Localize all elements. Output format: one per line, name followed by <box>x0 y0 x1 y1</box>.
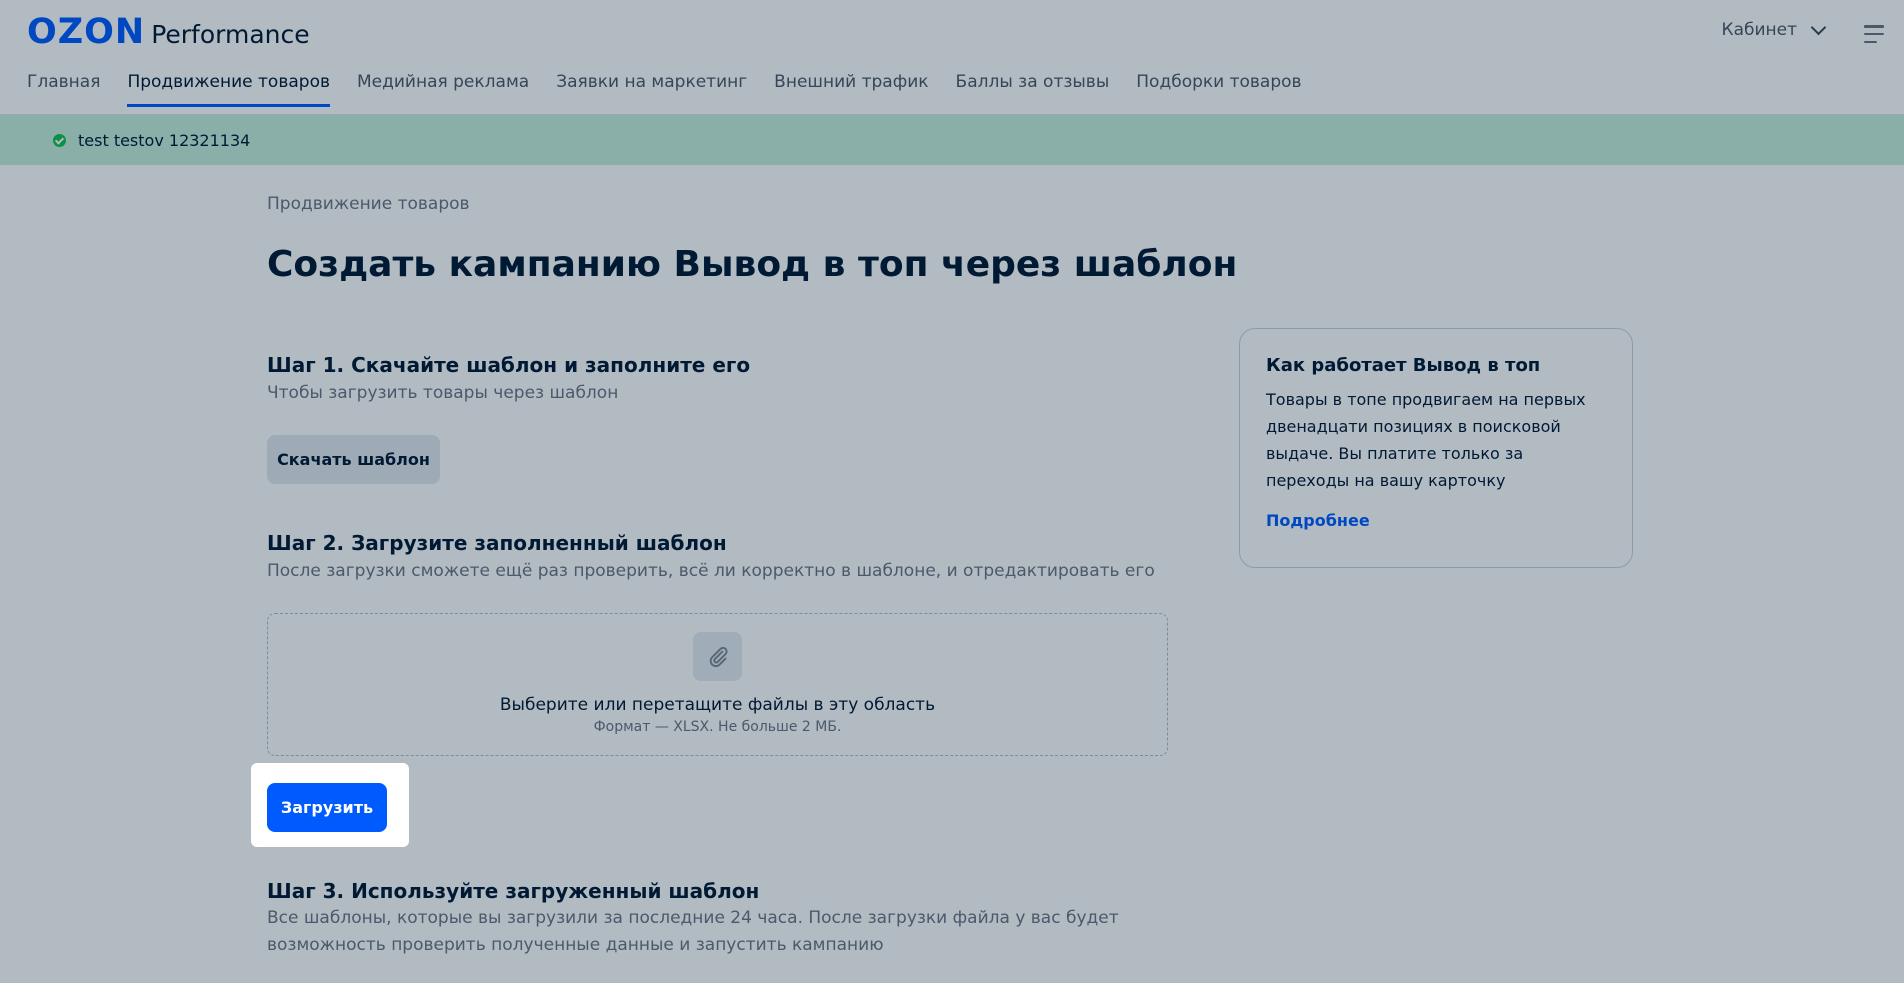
step3-subtitle: Все шаблоны, которые вы загрузили за пос… <box>267 908 1119 955</box>
upload-button[interactable]: Загрузить <box>267 783 387 832</box>
logo-product: Performance <box>151 20 310 49</box>
dropzone-text: Выберите или перетащите файлы в эту обла… <box>499 695 936 715</box>
page-title: Создать кампанию Вывод в топ через шабло… <box>267 244 1238 285</box>
download-template-button[interactable]: Скачать шаблон <box>267 435 440 484</box>
learn-more-link[interactable]: Подробнее <box>1266 511 1370 530</box>
file-dropzone[interactable]: Выберите или перетащите файлы в эту обла… <box>267 613 1168 756</box>
header: OZON Performance Кабинет Главная Продвиж… <box>0 0 1904 115</box>
cabinet-dropdown[interactable]: Кабинет <box>1721 19 1827 40</box>
dropzone-hint: Формат — XLSX. Не больше 2 МБ. <box>593 719 842 735</box>
info-card-title: Как работает Вывод в топ <box>1266 355 1541 376</box>
tab-marketing-requests[interactable]: Заявки на маркетинг <box>556 72 747 107</box>
main-nav: Главная Продвижение товаров Медийная рек… <box>27 72 1302 107</box>
step2-title: Шаг 2. Загрузите заполненный шаблон <box>267 531 727 555</box>
tab-external-traffic[interactable]: Внешний трафик <box>774 72 928 107</box>
step3-title: Шаг 3. Используйте загруженный шаблон <box>267 879 760 903</box>
info-card-text: Товары в топе продвигаем на первых двена… <box>1266 390 1586 490</box>
logo-brand: OZON <box>27 12 146 52</box>
cabinet-label: Кабинет <box>1721 20 1798 40</box>
tab-review-points[interactable]: Баллы за отзывы <box>956 72 1110 107</box>
tab-home[interactable]: Главная <box>27 72 100 107</box>
info-card: Как работает Вывод в топ Товары в топе п… <box>1239 328 1633 568</box>
account-name: test testov 12321134 <box>78 130 251 150</box>
breadcrumb[interactable]: Продвижение товаров <box>267 194 470 214</box>
account-bar: test testov 12321134 <box>0 115 1904 165</box>
tab-media-ads[interactable]: Медийная реклама <box>357 72 529 107</box>
ozon-performance-logo[interactable]: OZON Performance <box>27 12 310 55</box>
tab-product-collections[interactable]: Подборки товаров <box>1136 72 1301 107</box>
check-circle-icon <box>53 133 66 147</box>
step1-subtitle: Чтобы загрузить товары через шаблон <box>267 383 619 403</box>
upload-spotlight: Загрузить <box>251 763 409 847</box>
chevron-down-icon <box>1810 19 1827 36</box>
step1-title: Шаг 1. Скачайте шаблон и заполните его <box>267 353 751 377</box>
menu-icon[interactable] <box>1864 25 1886 43</box>
tab-product-promotion[interactable]: Продвижение товаров <box>127 72 330 107</box>
paperclip-icon <box>693 632 742 681</box>
step2-subtitle: После загрузки сможете ещё раз проверить… <box>267 561 1155 581</box>
